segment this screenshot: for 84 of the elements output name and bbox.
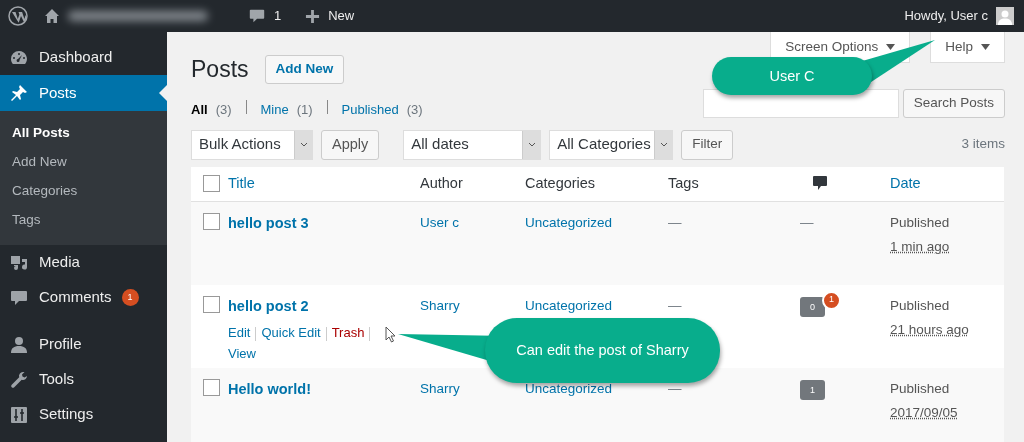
table-cell: —: [668, 215, 682, 230]
author-link[interactable]: Sharry: [420, 380, 460, 396]
items-count: 3 items: [961, 135, 1005, 154]
callout-tooltip: Can edit the post of Sharry: [485, 318, 720, 383]
checkbox[interactable]: [203, 378, 220, 396]
add-new-button[interactable]: Add New: [264, 55, 345, 84]
sidebar-item[interactable]: Profile: [0, 327, 167, 362]
chevron-icon: [527, 142, 536, 147]
post-status: Published: [890, 296, 951, 315]
search-button[interactable]: Search Posts: [902, 89, 1005, 118]
view-count: (1): [296, 101, 313, 119]
column-header: Categories: [525, 174, 596, 191]
avatar-icon[interactable]: [996, 7, 1014, 25]
author-link[interactable]: Sharry: [420, 297, 460, 313]
sidebar-item[interactable]: Comments 1: [0, 280, 167, 315]
table-cell: —: [668, 380, 682, 396]
count-badge: 1: [121, 289, 139, 306]
checkbox[interactable]: [203, 213, 220, 230]
category-link[interactable]: Uncategorized: [525, 215, 613, 230]
apply-button[interactable]: Apply: [321, 129, 380, 160]
row-action-link[interactable]: Edit: [228, 325, 251, 341]
greeting[interactable]: Howdy, User c: [904, 6, 988, 26]
checkbox[interactable]: [203, 295, 220, 313]
row-action-link[interactable]: View: [228, 346, 256, 362]
chevron-icon: [299, 142, 308, 147]
settings-icon: [9, 404, 29, 425]
user-icon: [9, 334, 29, 355]
screen-meta-tab[interactable]: Help: [930, 32, 1005, 63]
submenu-item[interactable]: All Posts: [0, 119, 167, 148]
view-filter-link[interactable]: Mine: [260, 100, 289, 120]
table-cell: —: [668, 297, 682, 313]
mouse-pointer-icon: [385, 326, 396, 343]
post-status: Published: [890, 379, 951, 398]
column-header[interactable]: Title: [228, 174, 255, 191]
sidebar-item[interactable]: Dashboard: [0, 40, 167, 75]
post-status: Published: [890, 214, 951, 232]
column-header: Author: [420, 174, 463, 191]
category-link[interactable]: Uncategorized: [525, 380, 613, 396]
chevron-icon: [659, 142, 668, 147]
post-title-link[interactable]: Hello world!: [228, 380, 311, 397]
column-header[interactable]: Date: [890, 174, 921, 191]
pending-count-badge[interactable]: 1: [822, 290, 841, 310]
comment-count-bubble[interactable]: 0: [800, 297, 825, 318]
submenu-item[interactable]: Tags: [0, 206, 167, 235]
row-action-link[interactable]: Quick Edit: [261, 325, 321, 341]
table-cell: —: [800, 215, 814, 230]
comment-count-bubble[interactable]: 1: [800, 380, 825, 401]
post-date: 2017/09/05: [890, 403, 959, 422]
category-link[interactable]: Uncategorized: [525, 297, 613, 313]
row-action-link[interactable]: Trash: [331, 325, 365, 341]
view-filter-link[interactable]: Published: [341, 100, 399, 120]
sidebar-item[interactable]: Tools: [0, 362, 167, 397]
checkbox[interactable]: [203, 175, 220, 193]
column-header: Tags: [668, 174, 699, 191]
sidebar-item[interactable]: Settings: [0, 397, 167, 432]
wrench-icon: [9, 369, 29, 390]
submenu-item[interactable]: Add New: [0, 148, 167, 177]
page-title: Posts: [191, 55, 249, 84]
category-select[interactable]: All Categories: [549, 129, 674, 160]
view-count: (3): [406, 101, 423, 119]
author-link[interactable]: User c: [420, 215, 459, 230]
pin-icon: [9, 83, 29, 103]
home-icon[interactable]: [44, 8, 60, 24]
post-title-link[interactable]: hello post 3: [228, 215, 309, 231]
filter-button[interactable]: Filter: [681, 129, 734, 160]
post-date: 1 min ago: [890, 238, 951, 257]
callout-tooltip: User C: [712, 57, 872, 95]
wordpress-logo[interactable]: [8, 6, 28, 26]
caret-icon: [886, 44, 896, 50]
post-date: 21 hours ago: [890, 320, 970, 339]
post-title-link[interactable]: hello post 2: [228, 297, 309, 314]
comment-icon[interactable]: [248, 7, 266, 25]
sidebar-item[interactable]: Media: [0, 245, 167, 280]
new-link[interactable]: New: [328, 6, 355, 26]
view-filter-link[interactable]: All: [191, 100, 208, 120]
plus-icon[interactable]: [305, 8, 321, 24]
date-select[interactable]: All dates: [403, 129, 542, 160]
bulk-actions-select[interactable]: Bulk Actions: [191, 129, 313, 160]
submenu-item[interactable]: Categories: [0, 177, 167, 206]
sidebar-item[interactable]: Posts: [0, 75, 167, 111]
blurred-site-name[interactable]: [68, 11, 208, 21]
comment-count[interactable]: 1: [274, 6, 282, 26]
view-count: (3): [215, 101, 232, 119]
caret-icon: [981, 44, 990, 50]
